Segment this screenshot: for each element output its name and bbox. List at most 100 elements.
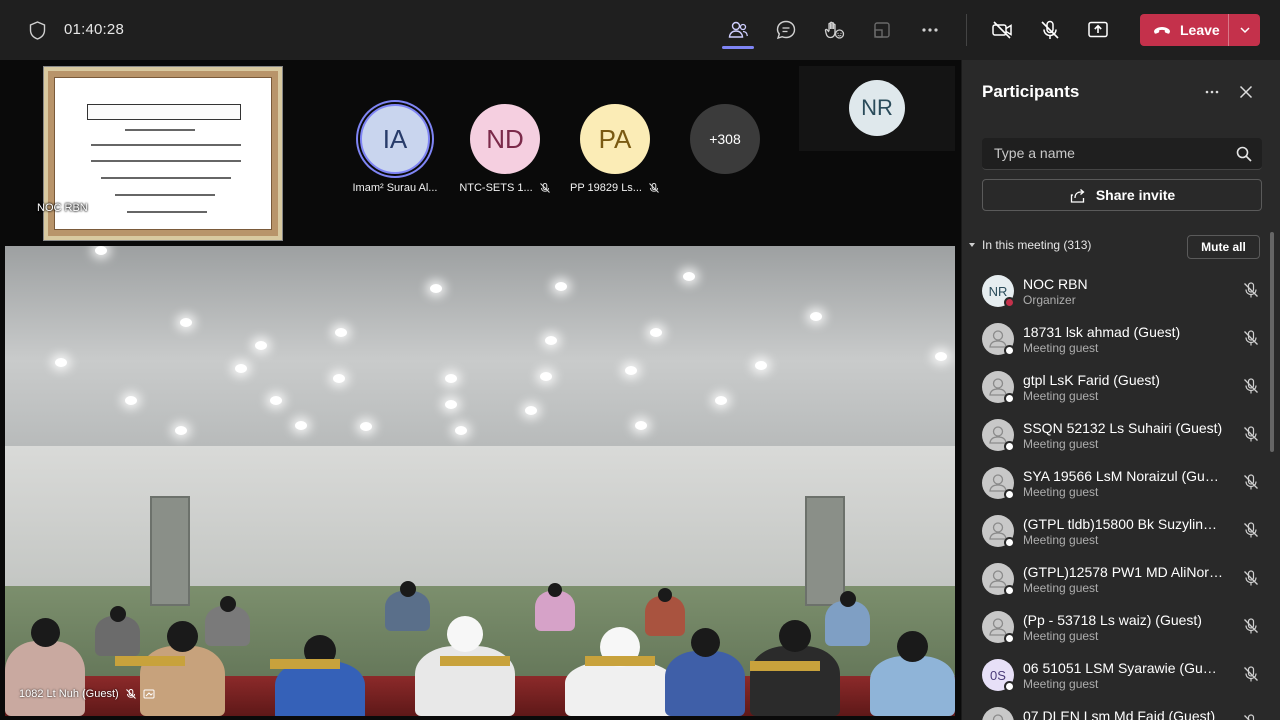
chat-icon (776, 20, 796, 40)
camera-button[interactable] (986, 14, 1018, 46)
participants-list: NR NOC RBN Organizer 18731 lsk ahmad (Guest… (962, 266, 1267, 720)
shared-content-thumbnail[interactable] (43, 66, 283, 241)
avatar: NR (849, 80, 905, 136)
avatar: ND (470, 104, 540, 174)
worshipper (535, 591, 575, 631)
leave-button[interactable]: Leave (1140, 14, 1260, 46)
ceiling-light (235, 364, 247, 373)
participant-row[interactable]: 0S 06 51051 LSM Syarawie (Guest) Meeting g… (962, 650, 1267, 698)
mic-off-icon[interactable] (1242, 521, 1260, 539)
presence-status-icon (1004, 489, 1015, 500)
participant-name: gtpl LsK Farid (Guest) (1023, 372, 1160, 388)
people-button[interactable] (722, 14, 754, 46)
share-button[interactable] (1082, 14, 1114, 46)
self-view-tile[interactable]: NR (799, 66, 955, 151)
participant-tile-pa[interactable]: PA PP 19829 Ls... (560, 104, 670, 194)
worshipper-head (548, 583, 562, 597)
verse-line (91, 160, 241, 162)
people-icon (728, 21, 748, 38)
panel-close-button[interactable] (1234, 80, 1258, 104)
participant-row[interactable]: (GTPL tldb)15800 Bk Suzyline (G... Meetin… (962, 506, 1267, 554)
participant-role: Meeting guest (1023, 533, 1099, 547)
verse-line (125, 129, 195, 131)
more-actions-button[interactable] (914, 14, 946, 46)
mic-off-icon[interactable] (1242, 281, 1260, 299)
presence-status-icon (1004, 681, 1015, 692)
participant-role: Meeting guest (1023, 629, 1099, 643)
overflow-participants-button[interactable]: +308 (690, 104, 760, 174)
worshipper-head (839, 591, 856, 607)
worshipper-head (447, 616, 483, 652)
worshipper-head (658, 588, 672, 602)
mic-off-icon[interactable] (1242, 665, 1260, 683)
search-icon[interactable] (1235, 145, 1253, 163)
leave-options-button[interactable] (1229, 14, 1260, 46)
panel-more-button[interactable] (1200, 80, 1224, 104)
share-screen-icon (1088, 21, 1108, 38)
raise-hand-icon (824, 21, 845, 39)
leave-main-button[interactable]: Leave (1140, 14, 1228, 46)
participant-tile-ia[interactable]: IA Imam² Surau Al... (340, 104, 450, 194)
participant-row[interactable]: 07 DLEN Lsm Md Faid (Guest)Meeting guest (962, 698, 1267, 720)
participant-row[interactable]: SYA 19566 LsM Noraizul (Guest) Meeting gu… (962, 458, 1267, 506)
quran-stand (115, 656, 185, 666)
main-video-feed[interactable] (5, 246, 955, 716)
mic-off-icon[interactable] (1242, 713, 1260, 720)
mic-button[interactable] (1034, 14, 1066, 46)
ceiling-light (525, 406, 537, 415)
participant-name: (Pp - 53718 Ls waiz) (Guest) (1023, 612, 1202, 628)
video-door (150, 496, 190, 606)
tile-name-text: Imam² Surau Al... (352, 182, 438, 194)
ceiling-light (333, 374, 345, 383)
reactions-button[interactable] (818, 14, 850, 46)
mic-off-icon[interactable] (1242, 425, 1260, 443)
quran-stand (270, 659, 340, 669)
mic-off-icon[interactable] (1242, 377, 1260, 395)
participant-row[interactable]: 18731 lsk ahmad (Guest) Meeting guest (962, 314, 1267, 362)
chat-button[interactable] (770, 14, 802, 46)
presence-status-icon (1004, 441, 1015, 452)
participant-row[interactable]: (Pp - 53718 Ls waiz) (Guest) Meeting gues… (962, 602, 1267, 650)
worshipper (665, 651, 745, 716)
worshipper-head (109, 606, 126, 622)
participant-row[interactable]: (GTPL)12578 PW1 MD AliNorddi... Meeting g… (962, 554, 1267, 602)
ceiling-light (125, 396, 137, 405)
worshipper (825, 601, 870, 646)
chevron-down-icon (969, 243, 975, 247)
worshipper-head (30, 618, 60, 647)
participant-row[interactable]: NR NOC RBN Organizer (962, 266, 1267, 314)
ceiling-light (255, 341, 267, 350)
participant-row[interactable]: SSQN 52132 Ls Suhairi (Guest) Meeting gue… (962, 410, 1267, 458)
participant-search (982, 138, 1262, 170)
worshipper (95, 616, 140, 656)
participant-row[interactable]: gtpl LsK Farid (Guest) Meeting guest (962, 362, 1267, 410)
participant-role: Meeting guest (1023, 389, 1099, 403)
ceiling-light (95, 246, 107, 255)
in-meeting-section-toggle[interactable]: In this meeting (313) (968, 238, 1091, 252)
shield-icon[interactable] (29, 21, 46, 40)
hang-up-icon (1154, 27, 1170, 34)
presence-status-icon (1004, 345, 1015, 356)
mic-off-icon[interactable] (1242, 617, 1260, 635)
more-horizontal-icon (1205, 90, 1219, 94)
participant-name: (GTPL)12578 PW1 MD AliNorddi... (1023, 564, 1223, 580)
ceiling-light (445, 374, 457, 383)
mic-off-icon[interactable] (1242, 569, 1260, 587)
ceiling-light (650, 328, 662, 337)
presence-status-icon (1004, 585, 1015, 596)
rooms-button[interactable] (866, 14, 898, 46)
verse-line (127, 211, 207, 213)
leave-label: Leave (1180, 22, 1220, 38)
mute-all-button[interactable]: Mute all (1187, 235, 1260, 259)
panel-scrollbar[interactable] (1270, 232, 1274, 452)
participant-name: 06 51051 LSM Syarawie (Guest) (1023, 660, 1223, 676)
worshipper-head (219, 596, 236, 612)
search-input[interactable] (982, 138, 1232, 168)
participant-tile-nd[interactable]: ND NTC-SETS 1... (450, 104, 560, 194)
share-invite-button[interactable]: Share invite (982, 179, 1262, 211)
ceiling-light (935, 352, 947, 361)
presence-status-icon (1004, 537, 1015, 548)
mic-off-icon[interactable] (1242, 473, 1260, 491)
worshipper (870, 656, 955, 716)
mic-off-icon[interactable] (1242, 329, 1260, 347)
